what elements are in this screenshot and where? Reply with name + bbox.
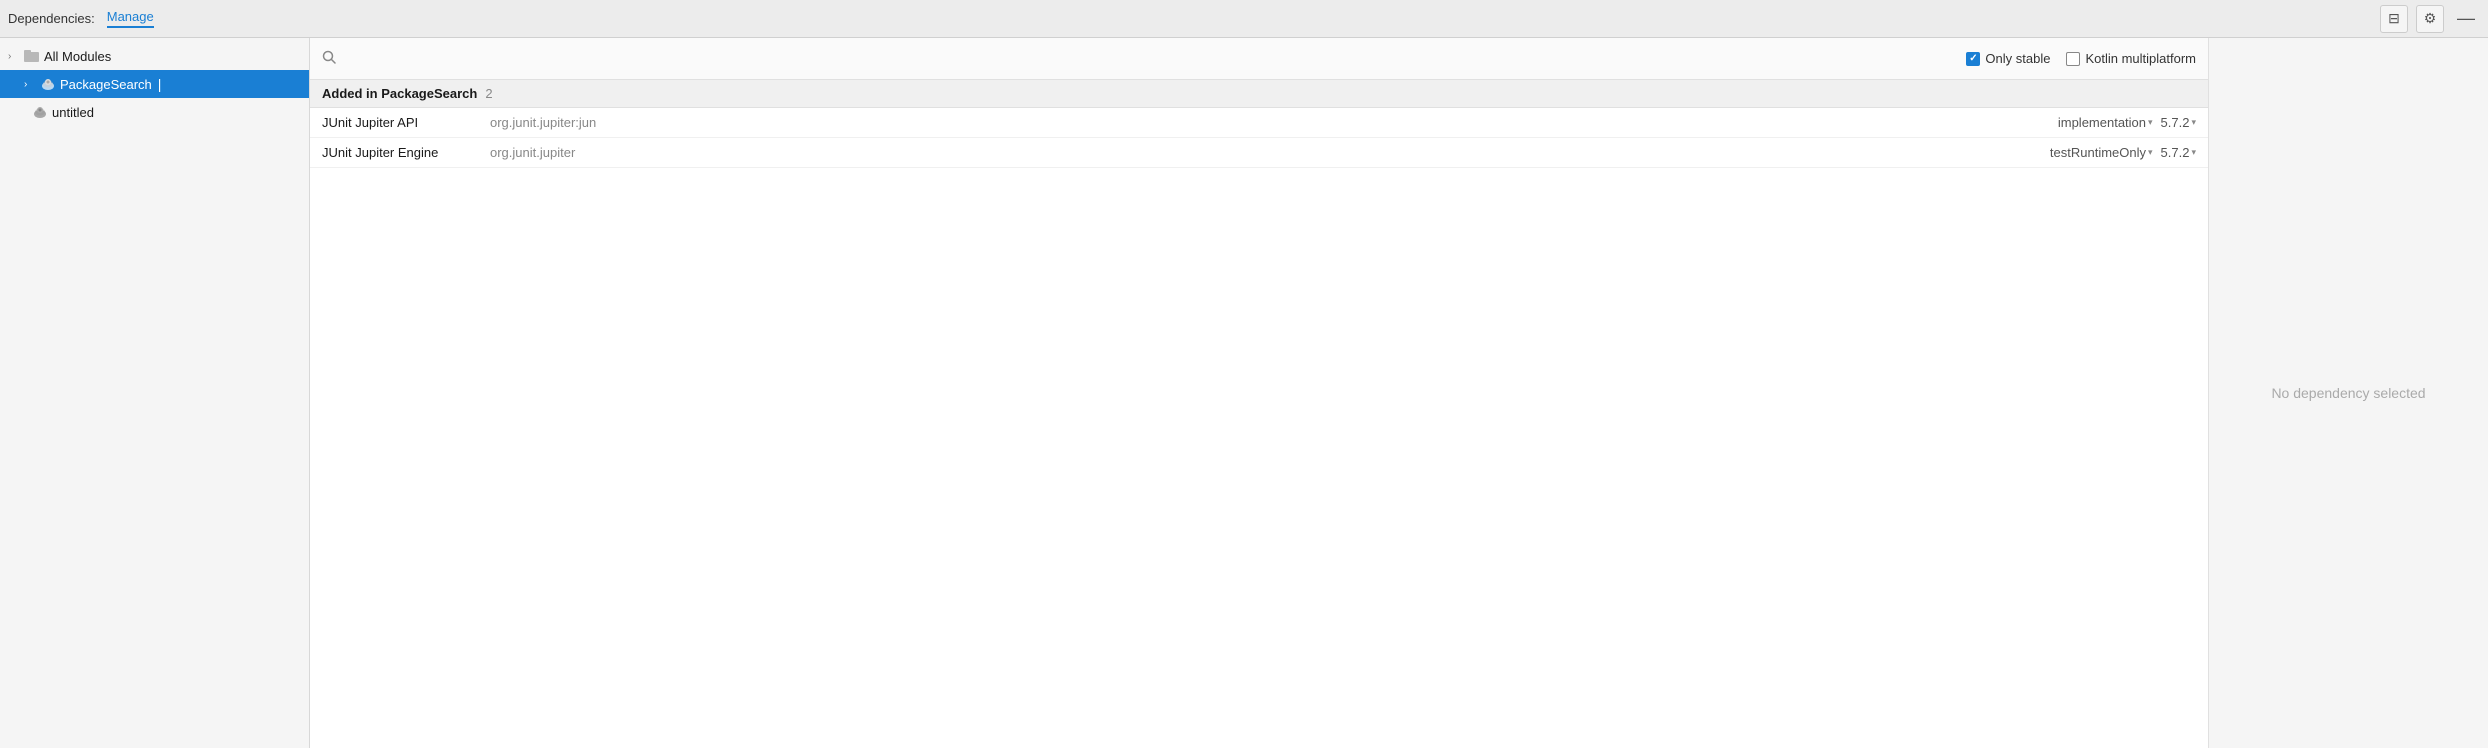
sidebar-item-packagesearch[interactable]: › PackageSearch | [0, 70, 309, 98]
cursor: | [158, 76, 162, 92]
pkg-scope-0: implementation ▾ [2058, 115, 2153, 130]
folder-icon [24, 48, 40, 64]
sidebar-item-all-modules[interactable]: › All Modules [0, 42, 309, 70]
all-modules-label: All Modules [44, 49, 111, 64]
filter-bar: Only stable Kotlin multiplatform [310, 38, 2208, 80]
only-stable-checkbox[interactable] [1966, 52, 1980, 66]
packagesearch-label: PackageSearch [60, 77, 152, 92]
all-modules-arrow: › [8, 51, 20, 62]
filter-options: Only stable Kotlin multiplatform [1966, 51, 2196, 66]
kotlin-multiplatform-option[interactable]: Kotlin multiplatform [2066, 51, 2196, 66]
pkg-version-0: 5.7.2 ▾ [2161, 115, 2196, 130]
search-area [322, 50, 1954, 67]
section-title: Added in PackageSearch [322, 86, 477, 101]
no-dependency-selected-text: No dependency selected [2271, 385, 2425, 401]
main-panel: Only stable Kotlin multiplatform Added i… [310, 38, 2208, 748]
gear-icon: ⚙ [2424, 10, 2437, 27]
manage-tab[interactable]: Manage [107, 9, 154, 28]
pkg-version-1: 5.7.2 ▾ [2161, 145, 2196, 160]
minimize-icon: — [2457, 8, 2475, 29]
version-dropdown-arrow-0[interactable]: ▾ [2191, 117, 2196, 128]
layout-icon: ⊟ [2388, 10, 2400, 27]
only-stable-option[interactable]: Only stable [1966, 51, 2050, 66]
pkg-group-1: org.junit.jupiter [490, 145, 2042, 160]
search-icon [322, 50, 336, 67]
pkg-name-1: JUnit Jupiter Engine [322, 145, 482, 160]
only-stable-label: Only stable [1985, 51, 2050, 66]
package-row-junit-jupiter-engine[interactable]: JUnit Jupiter Engine org.junit.jupiter t… [310, 138, 2208, 168]
section-count: 2 [485, 86, 492, 101]
untitled-label: untitled [52, 105, 94, 120]
pkg-group-0: org.junit.jupiter:jun [490, 115, 2050, 130]
minimize-icon-button[interactable]: — [2452, 5, 2480, 33]
package-list: Added in PackageSearch 2 JUnit Jupiter A… [310, 80, 2208, 748]
packagesearch-arrow: › [24, 79, 36, 90]
scope-dropdown-arrow-1[interactable]: ▾ [2148, 147, 2153, 158]
layout-icon-button[interactable]: ⊟ [2380, 5, 2408, 33]
sidebar-item-untitled[interactable]: untitled [0, 98, 309, 126]
scope-dropdown-arrow-0[interactable]: ▾ [2148, 117, 2153, 128]
kotlin-multiplatform-label: Kotlin multiplatform [2085, 51, 2196, 66]
version-dropdown-arrow-1[interactable]: ▾ [2191, 147, 2196, 158]
dependencies-label: Dependencies: [8, 11, 95, 26]
title-bar-actions: ⊟ ⚙ — [2380, 5, 2480, 33]
settings-icon-button[interactable]: ⚙ [2416, 5, 2444, 33]
main-content: › All Modules › [0, 38, 2488, 748]
packagesearch-icon [40, 76, 56, 92]
pkg-scope-1: testRuntimeOnly ▾ [2050, 145, 2153, 160]
section-header-added-in-packagesearch: Added in PackageSearch 2 [310, 80, 2208, 108]
search-input[interactable] [342, 51, 1954, 66]
app-window: Dependencies: Manage ⊟ ⚙ — › [0, 0, 2488, 748]
package-row-junit-jupiter-api[interactable]: JUnit Jupiter API org.junit.jupiter:jun … [310, 108, 2208, 138]
kotlin-multiplatform-checkbox[interactable] [2066, 52, 2080, 66]
title-bar: Dependencies: Manage ⊟ ⚙ — [0, 0, 2488, 38]
untitled-icon [32, 104, 48, 120]
right-panel: No dependency selected [2208, 38, 2488, 748]
sidebar: › All Modules › [0, 38, 310, 748]
pkg-name-0: JUnit Jupiter API [322, 115, 482, 130]
